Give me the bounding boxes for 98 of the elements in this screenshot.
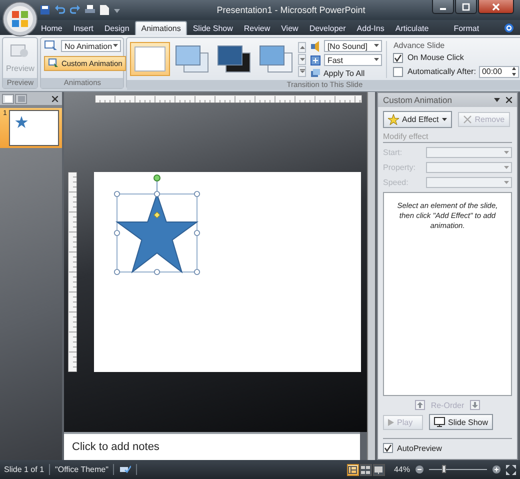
screen-icon <box>434 417 445 427</box>
ribbon-tab[interactable]: View <box>276 21 304 35</box>
theme-name: "Office Theme" <box>55 465 108 474</box>
outline-icon <box>18 96 24 102</box>
ribbon-tab[interactable]: Add-Ins <box>352 21 390 35</box>
selected-star-shape[interactable] <box>113 174 201 276</box>
caret-icon <box>113 44 118 48</box>
speed-dropdown[interactable]: Fast <box>324 54 382 66</box>
ribbon-tab[interactable]: Home <box>36 21 68 35</box>
star-icon <box>14 116 28 128</box>
animation-icon <box>48 58 60 69</box>
spelling-icon[interactable] <box>119 465 132 474</box>
transition-icon <box>174 44 210 74</box>
ribbon-tab[interactable]: Developer <box>304 21 351 35</box>
screen-icon <box>374 466 384 474</box>
caret-icon <box>504 180 509 184</box>
ribbon-tab[interactable]: Articulate <box>390 21 434 35</box>
window-title: Presentation1 - Microsoft PowerPoint <box>216 5 366 15</box>
transition-icon <box>258 44 294 74</box>
apply-to-all-button[interactable]: Apply To All <box>310 68 365 78</box>
reorder-label: Re-Order <box>430 400 464 410</box>
view-button[interactable] <box>346 464 359 476</box>
caret-icon <box>442 118 447 122</box>
up-arrow-icon <box>300 46 305 48</box>
play-icon <box>388 418 394 426</box>
slides-icon <box>310 68 322 78</box>
fit-to-window-icon[interactable] <box>506 464 516 474</box>
pane-title: Custom Animation <box>383 95 453 105</box>
animation-dropdown[interactable]: No Animation <box>61 40 122 52</box>
zoom-level: 44% <box>394 465 410 474</box>
check-icon <box>394 54 402 62</box>
gallery-down-button[interactable] <box>298 54 306 64</box>
advance-slide-heading: Advance Slide <box>393 40 445 50</box>
caret-icon <box>374 44 380 48</box>
spin-arrows-icon <box>512 67 516 76</box>
sound-icon <box>310 40 322 52</box>
maximize-button[interactable] <box>455 0 477 14</box>
ribbon-tab[interactable]: Animations <box>135 21 187 35</box>
close-icon <box>492 2 500 10</box>
section-heading: Modify effect <box>383 132 512 143</box>
close-icon[interactable] <box>52 96 58 102</box>
close-button[interactable] <box>478 0 514 14</box>
more-icon <box>300 69 305 73</box>
star-icon <box>388 114 399 125</box>
move-down-button[interactable] <box>470 400 480 410</box>
slide-counter: Slide 1 of 1 <box>4 465 44 474</box>
cross-icon <box>462 115 472 124</box>
caret-icon <box>374 58 380 62</box>
caret-icon <box>504 150 509 154</box>
move-up-button[interactable] <box>414 400 425 410</box>
save-icon[interactable] <box>40 5 50 15</box>
on-mouse-click-checkbox[interactable]: On Mouse Click <box>393 52 464 62</box>
ribbon-tab[interactable]: Slide Show <box>188 21 238 35</box>
gallery-more-button[interactable] <box>298 66 306 76</box>
speed-icon <box>310 54 322 66</box>
grid-icon <box>361 466 370 474</box>
down-arrow-icon <box>300 58 305 60</box>
add-effect-button[interactable]: Add Effect <box>383 111 452 128</box>
transition-thumbnail[interactable] <box>130 42 170 76</box>
dropdown-icon[interactable] <box>494 98 500 102</box>
notes-prompt: Click to add notes <box>72 441 160 453</box>
slide-icon <box>4 96 12 102</box>
customize-icon[interactable] <box>114 6 120 14</box>
normal-view-icon <box>348 466 358 474</box>
close-icon[interactable] <box>506 97 512 103</box>
check-icon <box>384 444 392 452</box>
document-icon[interactable] <box>100 5 109 15</box>
zoom-in-icon[interactable] <box>492 465 501 474</box>
view-button[interactable] <box>360 464 372 476</box>
help-icon[interactable] <box>504 22 514 32</box>
print-icon[interactable] <box>85 5 95 15</box>
maximize-icon <box>462 2 470 10</box>
transition-icon <box>132 44 168 74</box>
ribbon-tab[interactable]: Design <box>99 21 134 35</box>
zoom-out-icon[interactable] <box>415 465 424 474</box>
caret-icon <box>504 166 509 170</box>
autopreview-checkbox[interactable]: AutoPreview <box>383 443 512 453</box>
automatically-after-checkbox[interactable]: Automatically After: <box>393 66 476 76</box>
view-button[interactable] <box>372 464 385 476</box>
redo-icon[interactable] <box>70 5 80 15</box>
undo-icon[interactable] <box>55 5 65 15</box>
sound-dropdown[interactable]: [No Sound] <box>324 40 382 52</box>
down-arrow-icon <box>472 402 478 408</box>
gallery-up-button[interactable] <box>298 42 306 52</box>
up-arrow-icon <box>416 402 423 408</box>
ribbon-tab[interactable]: Insert <box>68 21 98 35</box>
transition-icon <box>216 44 252 74</box>
time-spinner[interactable]: 00:00 <box>478 66 519 78</box>
ribbon-tab[interactable]: Review <box>238 21 276 35</box>
slides-tab[interactable] <box>2 94 14 104</box>
slide-show-button[interactable]: Slide Show <box>429 414 494 430</box>
minimize-button[interactable] <box>432 0 454 14</box>
ribbon-tab[interactable]: Format <box>448 21 484 35</box>
scrollbar[interactable] <box>367 92 375 460</box>
animate-icon <box>44 40 58 52</box>
preview-icon <box>10 44 30 60</box>
notes-area[interactable]: Click to add notes <box>64 432 360 460</box>
zoom-slider-thumb[interactable] <box>442 465 446 473</box>
